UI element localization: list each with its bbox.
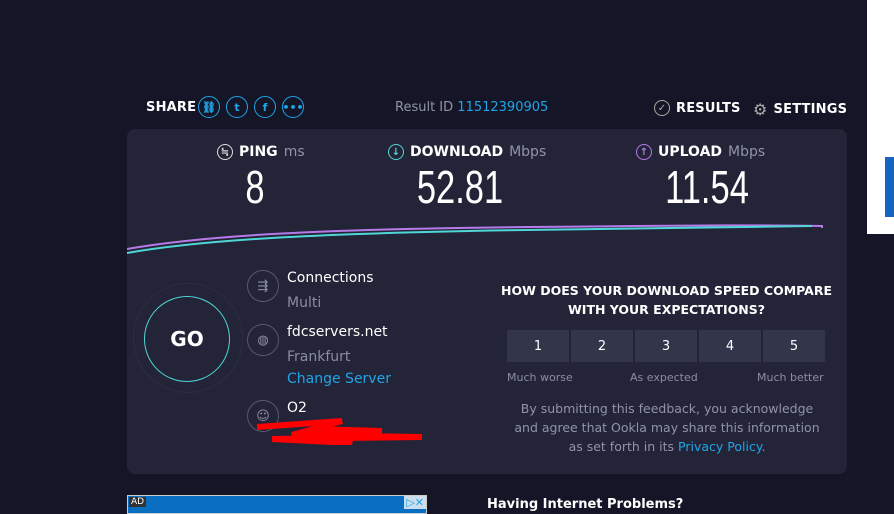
download-value: 52.81: [416, 161, 504, 213]
server-host: fdcservers.net: [287, 324, 388, 340]
help-title: Having Internet Problems?: [487, 497, 684, 512]
twitter-icon[interactable]: t: [226, 96, 248, 118]
settings-button[interactable]: ⚙ SETTINGS: [753, 100, 847, 119]
side-ad: [867, 0, 894, 234]
link-icon[interactable]: ⛓: [198, 96, 220, 118]
connections-icon: ⇶: [247, 270, 279, 302]
upload-metric: ↑ UPLOAD Mbps: [636, 144, 765, 160]
settings-label: SETTINGS: [773, 102, 848, 117]
disclaimer-text: By submitting this feedback, you acknowl…: [514, 401, 820, 454]
feedback-question: HOW DOES YOUR DOWNLOAD SPEED COMPARE WIT…: [500, 283, 832, 317]
ping-metric: ≒ PING ms: [217, 144, 317, 160]
globe-icon: ◍: [247, 324, 279, 356]
rating-option-2[interactable]: 2: [571, 330, 633, 362]
privacy-policy-link[interactable]: Privacy Policy: [678, 439, 761, 454]
upload-line: [127, 224, 823, 250]
download-line: [127, 225, 813, 254]
more-icon[interactable]: •••: [282, 96, 304, 118]
result-id: Result ID 11512390905: [395, 100, 548, 115]
download-icon: ↓: [388, 144, 404, 160]
ping-label: PING: [239, 144, 278, 160]
result-id-link[interactable]: 11512390905: [457, 100, 548, 115]
change-server-link[interactable]: Change Server: [287, 371, 391, 387]
upload-value: 11.54: [665, 161, 749, 213]
feedback-disclaimer: By submitting this feedback, you acknowl…: [514, 401, 820, 454]
results-label: RESULTS: [676, 100, 741, 116]
rating-option-3[interactable]: 3: [635, 330, 697, 362]
rating-option-4[interactable]: 4: [699, 330, 761, 362]
server-city: Frankfurt: [287, 349, 351, 365]
share-icons: ⛓ t f •••: [198, 96, 304, 118]
rating-option-5[interactable]: 5: [763, 330, 825, 362]
ad-badge: AD: [129, 497, 147, 507]
bottom-ad[interactable]: AD ▷✕: [127, 495, 427, 514]
rating-scale: 1 2 3 4 5: [507, 330, 825, 362]
download-label: DOWNLOAD: [410, 144, 504, 160]
redaction-scribble: [256, 418, 423, 445]
share-label: SHARE: [146, 100, 197, 115]
rating-high-label: Much better: [757, 371, 824, 384]
download-unit: Mbps: [509, 144, 547, 160]
rating-option-1[interactable]: 1: [507, 330, 569, 362]
connections-title: Connections: [287, 270, 374, 286]
ad-close-icon[interactable]: ▷✕: [404, 496, 426, 509]
check-circle-icon: ✓: [654, 100, 670, 116]
ping-unit: ms: [283, 144, 305, 160]
speed-graph: [127, 224, 823, 254]
isp-name: O2: [287, 400, 307, 416]
result-id-label: Result ID: [395, 100, 454, 115]
facebook-icon[interactable]: f: [254, 96, 276, 118]
rating-mid-label: As expected: [630, 371, 698, 384]
upload-icon: ↑: [636, 144, 652, 160]
ping-value: 8: [245, 161, 265, 213]
results-button[interactable]: ✓ RESULTS: [654, 100, 741, 116]
rating-low-label: Much worse: [507, 371, 573, 384]
gear-icon: ⚙: [753, 100, 768, 119]
ping-icon: ≒: [217, 144, 233, 160]
upload-label: UPLOAD: [658, 144, 723, 160]
download-metric: ↓ DOWNLOAD Mbps: [388, 144, 546, 160]
go-button[interactable]: GO: [144, 296, 230, 382]
connections-value: Multi: [287, 295, 322, 311]
upload-unit: Mbps: [728, 144, 766, 160]
